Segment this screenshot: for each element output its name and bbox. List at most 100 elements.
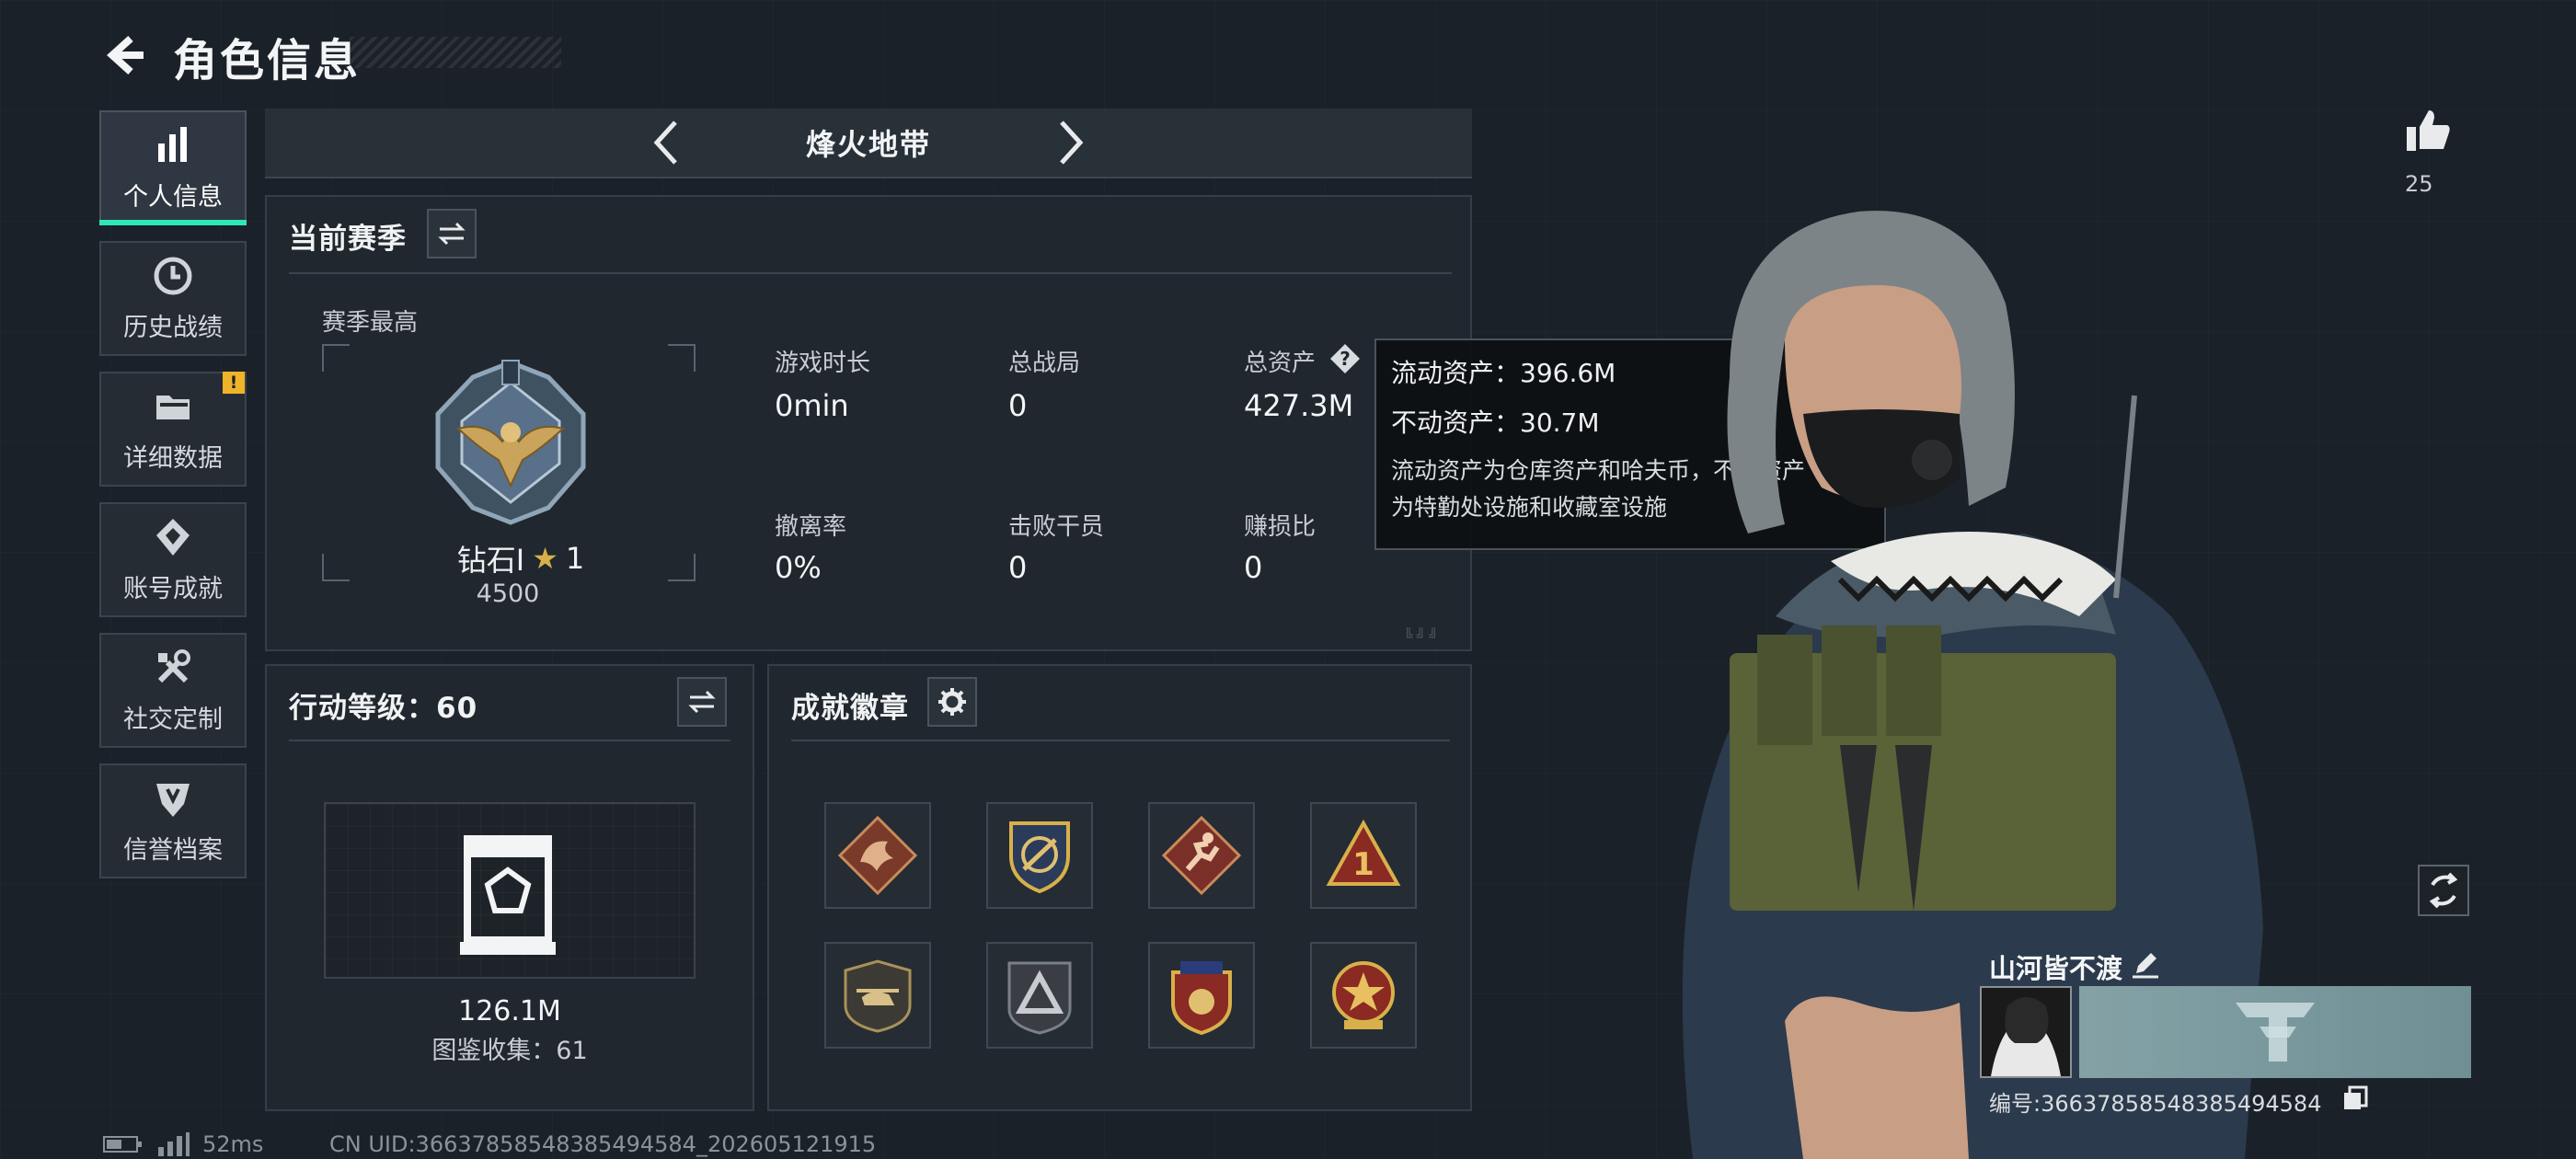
- badge-slot-3[interactable]: [1148, 802, 1255, 909]
- stat-label-profit-ratio: 赚损比: [1244, 513, 1317, 541]
- avatar[interactable]: [1980, 986, 2072, 1078]
- sidebar-item-label: 信誉档案: [123, 836, 223, 865]
- stat-label-total-assets: 总资产: [1244, 350, 1317, 377]
- rank-row: 钻石Ⅰ ★ 1: [440, 537, 602, 580]
- banner-logo-icon: [2236, 1003, 2315, 1061]
- rotate-view-button[interactable]: [2418, 865, 2469, 916]
- back-button[interactable]: [99, 28, 155, 83]
- stat-label-playtime: 游戏时长: [775, 350, 871, 377]
- panel-decoration: ╚╝╝: [1404, 627, 1442, 645]
- mode-prev-button[interactable]: [640, 115, 696, 170]
- mode-selector: 烽火地带: [265, 109, 1472, 178]
- achievement-icon: [156, 519, 190, 556]
- season-best-label: 赛季最高: [322, 309, 419, 337]
- season-divider: [289, 272, 1452, 274]
- page-title: 角色信息: [173, 35, 362, 86]
- profile-banner[interactable]: [2079, 986, 2471, 1078]
- ping-value: 52ms: [202, 1131, 264, 1157]
- stat-label-extraction-rate: 撤离率: [775, 513, 847, 541]
- swap-icon: [688, 690, 716, 714]
- badge-slot-4[interactable]: 1: [1310, 802, 1417, 909]
- frame-corner: [668, 344, 696, 372]
- stat-value-matches: 0: [1008, 388, 1028, 423]
- frame-corner: [322, 344, 350, 372]
- sidebar-item-history[interactable]: 历史战绩: [99, 241, 247, 356]
- avatar-image: [1982, 988, 2070, 1076]
- achievements-title: 成就徽章: [791, 692, 909, 725]
- history-icon: [154, 257, 192, 295]
- wreath-badge-icon: [1332, 961, 1395, 1029]
- badge-slot-5[interactable]: [824, 942, 931, 1049]
- back-arrow-icon: [107, 36, 144, 75]
- edit-name-button[interactable]: [2129, 947, 2162, 981]
- sidebar-item-detailed-data[interactable]: 详细数据 !: [99, 372, 247, 487]
- shield-star-badge-icon: [1171, 961, 1232, 1036]
- badge-slot-1[interactable]: [824, 802, 931, 909]
- signal-icon: [158, 1132, 190, 1156]
- swap-icon: [438, 222, 466, 246]
- svg-text:?: ?: [1340, 348, 1351, 370]
- tools-icon: [157, 649, 190, 683]
- mode-next-button[interactable]: [1041, 115, 1097, 170]
- title-decoration: [350, 37, 561, 68]
- chevron-left-icon: [653, 120, 677, 165]
- pencil-icon: [2133, 953, 2158, 979]
- svg-text:1: 1: [1352, 846, 1374, 883]
- season-switch-button[interactable]: [427, 209, 477, 258]
- diamond-rank-emblem-icon: [435, 360, 586, 525]
- like-button[interactable]: [2401, 103, 2456, 158]
- frame-corner: [668, 554, 696, 581]
- player-name: 山河皆不渡: [1989, 953, 2123, 984]
- sidebar-item-credit[interactable]: 信誉档案: [99, 763, 247, 878]
- sidebar-item-personal-info[interactable]: 个人信息: [99, 110, 247, 225]
- sidebar-item-social[interactable]: 社交定制: [99, 633, 247, 748]
- runner-badge-icon: [1161, 815, 1242, 896]
- gear-icon: [938, 688, 966, 716]
- sidebar-item-label: 个人信息: [123, 183, 223, 212]
- badge-slot-8[interactable]: [1310, 942, 1417, 1049]
- stat-value-extraction-rate: 0%: [775, 550, 822, 585]
- credit-icon: [156, 784, 190, 817]
- achievements-divider: [791, 740, 1450, 741]
- thumbs-up-icon: [2407, 110, 2450, 151]
- action-level-switch-button[interactable]: [677, 677, 727, 727]
- star-icon: ★: [532, 541, 558, 576]
- status-footer: 52ms: [103, 1131, 263, 1157]
- rank-stars: 1: [565, 541, 585, 576]
- collection-count: 图鉴收集：61: [431, 1037, 588, 1065]
- chevron-right-icon: [1060, 120, 1084, 165]
- like-count: 25: [2405, 171, 2433, 197]
- dragon-badge-icon: [837, 815, 918, 896]
- season-title: 当前赛季: [289, 223, 407, 256]
- crest-badge-icon: [1009, 821, 1070, 894]
- copy-icon: [2344, 1085, 2368, 1109]
- achievements-settings-button[interactable]: [927, 677, 977, 727]
- badge-slot-2[interactable]: [986, 802, 1093, 909]
- number-one-badge-icon: 1: [1326, 819, 1401, 886]
- folder-icon: [156, 396, 190, 419]
- copy-id-button[interactable]: [2342, 1085, 2368, 1111]
- bar-chart-icon: [158, 127, 187, 162]
- action-level-divider: [289, 740, 730, 741]
- asset-help-button[interactable]: ?: [1328, 342, 1362, 375]
- mode-name: 烽火地带: [805, 127, 931, 162]
- badge-slot-7[interactable]: [1148, 942, 1255, 1049]
- refresh-icon: [2429, 872, 2458, 909]
- notification-badge: !: [223, 372, 245, 394]
- collection-value: 126.1M: [458, 995, 561, 1027]
- sidebar-item-label: 账号成就: [123, 575, 223, 603]
- stat-label-kills: 击败干员: [1008, 513, 1105, 541]
- badge-slot-6[interactable]: [986, 942, 1093, 1049]
- triangle-badge-icon: [1007, 961, 1072, 1035]
- sidebar-item-achievements[interactable]: 账号成就: [99, 502, 247, 617]
- player-id: 编号:36637858548385494584: [1989, 1091, 2322, 1117]
- stat-value-total-assets: 427.3M: [1244, 388, 1354, 423]
- sidebar-item-label: 社交定制: [123, 706, 223, 734]
- battery-icon: [103, 1136, 142, 1153]
- rank-score: 4500: [476, 580, 540, 608]
- stat-value-profit-ratio: 0: [1244, 550, 1263, 585]
- frame-corner: [322, 554, 350, 581]
- uid-text: CN UID:36637858548385494584_202605121915: [329, 1131, 877, 1157]
- stat-value-playtime: 0min: [775, 388, 849, 423]
- stat-value-kills: 0: [1008, 550, 1028, 585]
